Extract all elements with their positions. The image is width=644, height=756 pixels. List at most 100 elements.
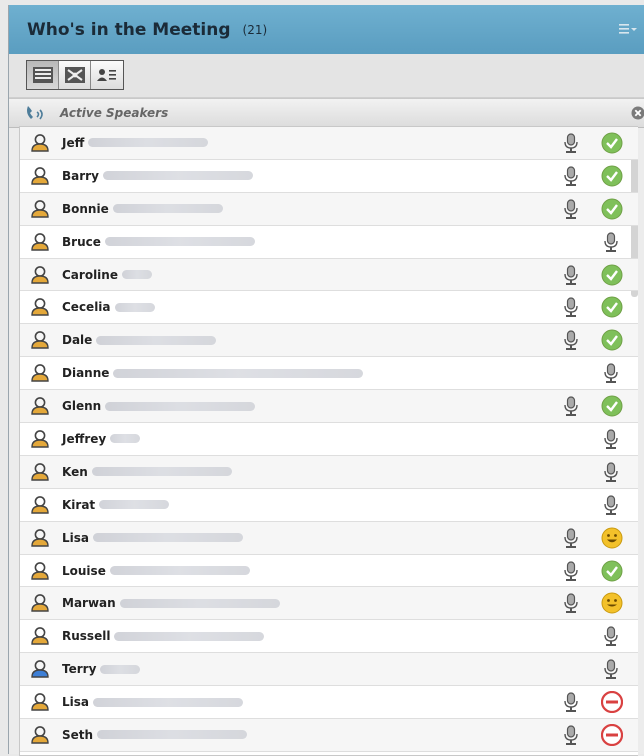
- microphone-icon: [603, 659, 619, 680]
- close-icon[interactable]: [631, 106, 644, 120]
- network-view-button[interactable]: [59, 61, 91, 89]
- microphone-icon: [563, 166, 579, 187]
- attendee-name: Jeff: [62, 136, 84, 150]
- microphone-icon: [563, 330, 579, 351]
- attendee-name: Cecelia: [62, 300, 111, 314]
- user-avatar-icon: [30, 593, 50, 613]
- microphone-icon: [563, 725, 579, 746]
- microphone-icon: [563, 297, 579, 318]
- attendee-name: Jeffrey: [62, 432, 106, 446]
- redacted-name: [99, 500, 169, 509]
- pod-title-bar: Who's in the Meeting (21): [9, 5, 644, 54]
- agree-status-icon: [601, 329, 623, 351]
- attendee-row[interactable]: Dianne: [20, 357, 638, 390]
- disagree-status-icon: [601, 724, 623, 746]
- user-avatar-icon: [30, 659, 50, 679]
- redacted-name: [105, 402, 255, 411]
- pod-title: Who's in the Meeting: [27, 20, 231, 40]
- attendee-row[interactable]: Seth: [20, 719, 638, 752]
- attendee-card-icon: [97, 67, 117, 83]
- attendee-name: Caroline: [62, 268, 118, 282]
- user-avatar-icon: [30, 462, 50, 482]
- agree-status-icon: [601, 198, 623, 220]
- agree-status-icon: [601, 165, 623, 187]
- attendee-row[interactable]: Louise: [20, 555, 638, 588]
- user-avatar-icon: [30, 528, 50, 548]
- attendee-row[interactable]: Russell: [20, 620, 638, 653]
- redacted-name: [110, 566, 250, 575]
- redacted-name: [103, 171, 253, 180]
- list-view-icon: [33, 67, 53, 83]
- attendee-count: (21): [243, 23, 268, 37]
- attendee-name: Ken: [62, 465, 88, 479]
- attendee-row[interactable]: Caroline: [20, 259, 638, 292]
- redacted-name: [113, 369, 363, 378]
- phone-icon: [25, 104, 47, 122]
- attendee-row[interactable]: Cecelia: [20, 291, 638, 324]
- redacted-name: [122, 270, 152, 279]
- attendee-row[interactable]: Bruce: [20, 226, 638, 259]
- smile-status-icon: [601, 592, 623, 614]
- attendee-name: Glenn: [62, 399, 101, 413]
- redacted-name: [100, 665, 140, 674]
- attendee-row[interactable]: Kirat: [20, 489, 638, 522]
- microphone-icon: [603, 429, 619, 450]
- attendee-row[interactable]: Bonnie: [20, 193, 638, 226]
- attendee-name: Terry: [62, 662, 96, 676]
- microphone-icon: [603, 495, 619, 516]
- attendee-row[interactable]: Dale: [20, 324, 638, 357]
- disagree-status-icon: [601, 691, 623, 713]
- user-avatar-icon: [30, 199, 50, 219]
- active-speakers-label: Active Speakers: [60, 106, 168, 120]
- user-avatar-icon: [30, 692, 50, 712]
- microphone-icon: [603, 626, 619, 647]
- attendee-name: Dale: [62, 333, 92, 347]
- attendee-row[interactable]: Terry: [20, 653, 638, 686]
- redacted-name: [93, 698, 243, 707]
- user-avatar-icon: [30, 265, 50, 285]
- redacted-name: [92, 467, 232, 476]
- microphone-icon: [603, 363, 619, 384]
- user-avatar-icon: [30, 297, 50, 317]
- active-speakers-bar: Active Speakers: [9, 98, 644, 128]
- attendee-row[interactable]: Lisa: [20, 686, 638, 719]
- redacted-name: [97, 730, 247, 739]
- redacted-name: [115, 303, 155, 312]
- microphone-icon: [563, 133, 579, 154]
- redacted-name: [113, 204, 223, 213]
- microphone-icon: [563, 692, 579, 713]
- attendee-card-button[interactable]: [91, 61, 123, 89]
- microphone-icon: [563, 593, 579, 614]
- redacted-name: [114, 632, 264, 641]
- attendee-row[interactable]: Ken: [20, 456, 638, 489]
- agree-status-icon: [601, 132, 623, 154]
- microphone-icon: [563, 528, 579, 549]
- attendee-list[interactable]: Jeff Barry Bonnie Bruce Caroli: [19, 126, 638, 756]
- attendee-row[interactable]: Barry: [20, 160, 638, 193]
- attendee-name: Barry: [62, 169, 99, 183]
- attendee-name: Bruce: [62, 235, 101, 249]
- user-avatar-icon: [30, 232, 50, 252]
- attendee-row[interactable]: Marwan: [20, 587, 638, 620]
- attendee-row[interactable]: Glenn: [20, 390, 638, 423]
- attendee-pod: Who's in the Meeting (21): [8, 5, 644, 754]
- view-switcher: [26, 60, 124, 90]
- user-avatar-icon: [30, 495, 50, 515]
- redacted-name: [96, 336, 216, 345]
- menu-icon[interactable]: [619, 22, 637, 36]
- microphone-icon: [563, 199, 579, 220]
- attendee-row[interactable]: Jeff: [20, 127, 638, 160]
- microphone-icon: [563, 396, 579, 417]
- redacted-name: [120, 599, 280, 608]
- redacted-name: [105, 237, 255, 246]
- attendee-row[interactable]: Lisa: [20, 522, 638, 555]
- laugh-status-icon: [601, 527, 623, 549]
- agree-status-icon: [601, 264, 623, 286]
- attendee-row[interactable]: Jeffrey: [20, 423, 638, 456]
- user-avatar-icon: [30, 626, 50, 646]
- microphone-icon: [603, 232, 619, 253]
- redacted-name: [110, 434, 140, 443]
- list-view-button[interactable]: [27, 61, 59, 89]
- agree-status-icon: [601, 296, 623, 318]
- user-avatar-icon: [30, 166, 50, 186]
